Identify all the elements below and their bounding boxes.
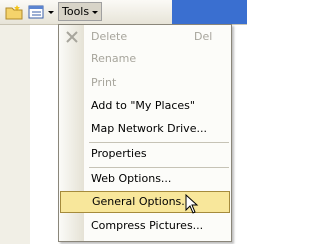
- menu-item-label: Web Options...: [91, 172, 172, 185]
- toolbar: Tools: [0, 0, 247, 25]
- menu-item-label: Add to "My Places": [91, 99, 195, 112]
- delete-x-icon: [65, 30, 79, 47]
- tools-dropdown-menu: Delete Del Rename Print Add to "My Place…: [58, 24, 232, 242]
- menu-item-label: Delete: [91, 30, 128, 43]
- title-bar-fragment: [172, 0, 247, 24]
- menu-item-label: Print: [91, 76, 117, 89]
- menu-item-label: Compress Pictures...: [91, 219, 204, 232]
- menu-item-label: General Options...: [92, 195, 192, 208]
- menu-item-general-options[interactable]: General Options...: [60, 191, 230, 213]
- background-pane-right: [232, 25, 247, 244]
- menu-item-compress-pictures[interactable]: Compress Pictures...: [59, 215, 231, 237]
- menu-item-properties[interactable]: Properties: [59, 143, 231, 165]
- mouse-pointer-icon: [185, 193, 199, 217]
- menu-item-label: Properties: [91, 147, 147, 160]
- menu-item-label: Map Network Drive...: [91, 122, 207, 135]
- new-folder-icon[interactable]: [4, 3, 24, 21]
- menu-item-print[interactable]: Print: [59, 72, 231, 94]
- tools-menu-button[interactable]: Tools: [58, 2, 102, 21]
- menu-item-add-to-my-places[interactable]: Add to "My Places": [59, 95, 231, 117]
- menu-item-web-options[interactable]: Web Options...: [59, 168, 231, 190]
- chevron-down-icon: [92, 11, 98, 14]
- menu-item-delete[interactable]: Delete Del: [59, 26, 231, 48]
- background-pane: [0, 25, 30, 244]
- menu-item-label: Rename: [91, 52, 137, 65]
- menu-item-rename[interactable]: Rename: [59, 48, 231, 70]
- tools-label: Tools: [62, 5, 90, 18]
- views-icon[interactable]: [26, 3, 58, 21]
- menu-item-map-network-drive[interactable]: Map Network Drive...: [59, 118, 231, 140]
- menu-item-shortcut: Del: [194, 30, 213, 43]
